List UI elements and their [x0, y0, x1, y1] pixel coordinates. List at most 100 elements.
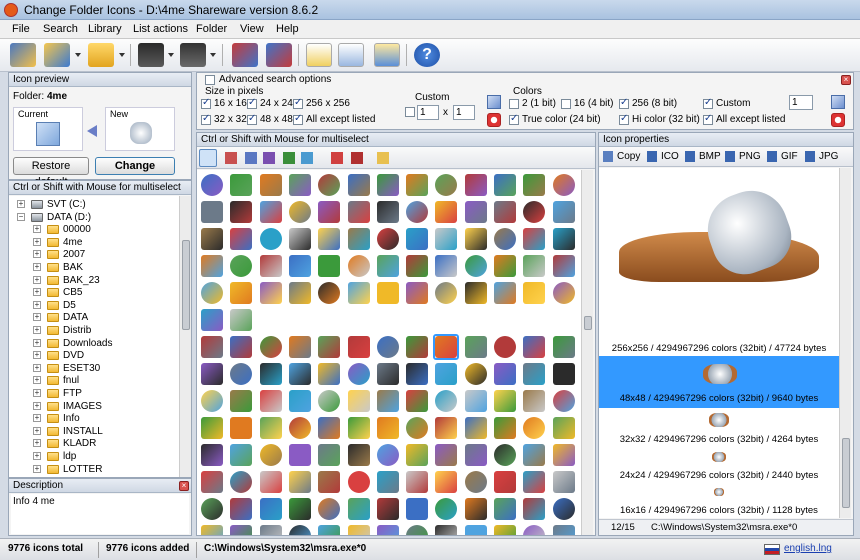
document-icon[interactable] — [377, 152, 389, 164]
library-icon-item[interactable] — [259, 471, 282, 493]
tree-item[interactable]: + DATA — [9, 311, 177, 324]
library-icon-item[interactable] — [406, 390, 429, 412]
tree-expander[interactable]: + — [33, 389, 41, 397]
select-all-icon[interactable] — [245, 152, 257, 164]
delete-all-icon[interactable] — [351, 152, 363, 164]
tree-item[interactable]: − DATA (D:) — [9, 211, 177, 224]
library-icon-item[interactable] — [406, 498, 429, 520]
library-icon-item[interactable] — [288, 282, 311, 304]
library-icon-item[interactable] — [318, 498, 341, 520]
help-icon[interactable]: ? — [414, 43, 440, 67]
library-icon-item[interactable] — [318, 471, 341, 493]
format-scrollbar[interactable] — [839, 168, 851, 518]
tree-expander[interactable]: + — [33, 414, 41, 423]
library-icon-item[interactable] — [376, 174, 399, 196]
library-icon-item[interactable] — [494, 525, 516, 535]
library-icon-item[interactable] — [376, 228, 399, 250]
library-icon-item[interactable] — [230, 471, 253, 493]
library-icon-item[interactable] — [259, 174, 282, 196]
library-icon-item[interactable] — [230, 282, 253, 304]
library-icon-item[interactable] — [523, 390, 546, 412]
library-icon-item[interactable] — [347, 444, 370, 466]
close-icon[interactable]: × — [179, 481, 189, 491]
tree-item[interactable]: +2007 — [9, 248, 177, 261]
copy-button[interactable]: Copy — [617, 151, 640, 162]
clear-search-icon[interactable] — [831, 113, 845, 127]
library-icon-item[interactable] — [406, 228, 429, 250]
invert-select-icon[interactable] — [263, 152, 275, 164]
size-16-checkbox[interactable] — [201, 97, 211, 109]
library-icon-item[interactable] — [288, 390, 311, 412]
library-icon-item[interactable] — [318, 525, 341, 535]
library-icon-item[interactable] — [347, 417, 370, 439]
library-icon-item[interactable] — [464, 471, 487, 493]
library-icon-item[interactable] — [318, 174, 341, 196]
library-icon-item[interactable] — [318, 417, 341, 439]
format-256-label[interactable]: 256x256 / 4294967296 colors (32bit) / 47… — [599, 343, 839, 354]
library-icon-item[interactable] — [464, 444, 487, 466]
grid-search-icon[interactable] — [487, 95, 501, 109]
library-icon-item[interactable] — [376, 471, 399, 493]
tree-expander[interactable]: + — [33, 426, 41, 435]
library-icon-item[interactable] — [464, 201, 487, 223]
menu-library[interactable]: Library — [88, 23, 122, 35]
library-icon-item[interactable] — [552, 174, 575, 196]
format-row-selected[interactable]: 48x48 / 4294967296 colors (32bit) / 9640… — [599, 356, 839, 408]
save-ico-icon[interactable] — [647, 151, 657, 162]
library-icon-item[interactable] — [552, 228, 575, 250]
library-icon-item[interactable] — [552, 201, 575, 223]
tree-expander[interactable]: + — [33, 313, 41, 322]
tree-item[interactable]: + CB5 — [9, 286, 177, 299]
library-icon-item[interactable] — [406, 363, 429, 385]
color-16-checkbox[interactable] — [561, 99, 571, 109]
format-32-label[interactable]: 32x32 / 4294967296 colors (32bit) / 4264… — [599, 434, 839, 445]
custom-height-input[interactable]: 1 — [453, 105, 475, 120]
library-icon-item[interactable] — [552, 417, 575, 439]
color-256-checkbox[interactable] — [619, 97, 629, 109]
library-icon-item[interactable] — [435, 417, 458, 439]
color-24-checkbox[interactable] — [509, 113, 519, 125]
library-icon-item[interactable] — [347, 201, 370, 223]
select-icon[interactable] — [225, 152, 237, 164]
library-icon-item[interactable] — [318, 363, 341, 385]
close-icon[interactable]: × — [841, 75, 851, 85]
library-icon-item[interactable] — [435, 471, 458, 493]
library-icon-item[interactable] — [318, 444, 341, 466]
library-icon-item[interactable] — [464, 336, 487, 358]
tree-expander[interactable]: − — [17, 212, 25, 221]
library-icon-item[interactable] — [435, 498, 458, 520]
tree-expander[interactable]: + — [33, 376, 41, 385]
tree-expander[interactable]: + — [33, 464, 41, 473]
library-icon-item[interactable] — [347, 471, 370, 493]
library-icon-item[interactable] — [552, 363, 575, 385]
tree-item[interactable]: + KLADR — [9, 437, 177, 450]
library-icon-item[interactable] — [259, 525, 282, 535]
library-icon-item[interactable] — [318, 390, 341, 412]
tree-expander[interactable]: + — [33, 300, 41, 309]
library-icon-item[interactable] — [347, 498, 370, 520]
library-icon-item[interactable] — [201, 471, 223, 493]
grid-scrollbar[interactable] — [581, 170, 593, 535]
library-icon-item[interactable] — [523, 255, 546, 277]
size-256-checkbox[interactable] — [293, 97, 303, 109]
library-icon-item[interactable] — [318, 201, 341, 223]
library-icon-item[interactable] — [347, 363, 370, 385]
calendar-icon[interactable] — [374, 43, 400, 67]
library-icon-item[interactable] — [494, 174, 516, 196]
library-icon-item[interactable] — [523, 336, 546, 358]
library-icon-item[interactable] — [288, 174, 311, 196]
library-icon-item[interactable] — [230, 363, 253, 385]
library-icon-item[interactable] — [288, 363, 311, 385]
library-icon-item[interactable] — [259, 444, 282, 466]
library-icon-item[interactable] — [288, 498, 311, 520]
library-icon-item[interactable] — [230, 174, 253, 196]
tree-expander[interactable]: + — [33, 288, 41, 297]
library-icon-item[interactable] — [406, 174, 429, 196]
tree-item[interactable]: + IMAGES — [9, 400, 177, 413]
library-icon[interactable] — [10, 43, 36, 67]
save-bmp-icon[interactable] — [685, 151, 695, 162]
library-icon-item[interactable] — [435, 363, 458, 385]
size-except-checkbox[interactable] — [293, 113, 303, 125]
menu-list-actions[interactable]: List actions — [133, 23, 188, 35]
save-icon[interactable] — [138, 43, 164, 67]
